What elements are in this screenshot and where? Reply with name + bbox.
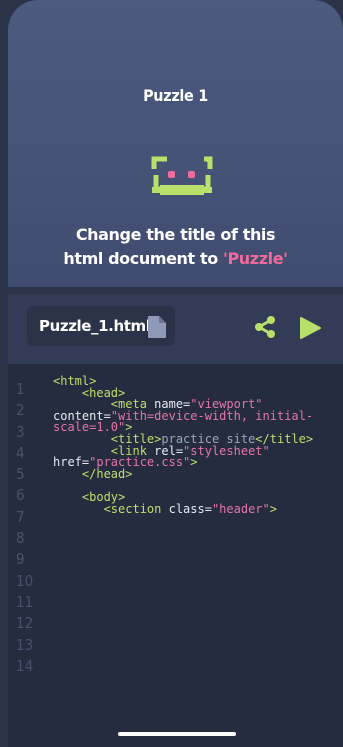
instruction-highlight: 'Puzzle' [222,249,288,268]
home-indicator[interactable] [118,732,236,736]
code-token: class= [161,501,212,516]
code-token: </head> [81,466,133,481]
instruction-prefix: html document to [63,249,223,268]
line-number: 10 [16,571,34,590]
section-divider [8,287,343,294]
line-number: 7 [16,507,25,526]
file-name: Puzzle_1.html [39,317,151,335]
line-number: 1 [16,380,25,398]
line-number: 11 [16,592,34,611]
code-token: <section [103,501,162,516]
play-icon[interactable] [298,316,322,340]
code-line: </head> [53,466,343,481]
code-editor[interactable]: 1 2 3 4 5 6 7 8 9 10 11 12 13 14 <html> … [8,364,343,747]
instruction-line-1: Change the title of this [75,225,276,244]
puzzle-screen: Puzzle 1 Change the title of this html d… [8,0,343,747]
robot-icon [151,156,213,195]
instruction-line-2: html document to 'Puzzle' [8,247,343,271]
share-icon[interactable] [254,316,276,338]
code-line: <section class="header"> [53,501,343,516]
code-token: "with=device-width, initial- [110,408,314,423]
file-toolbar: Puzzle_1.html [8,294,343,364]
puzzle-instruction: Change the title of this html document t… [8,223,343,271]
puzzle-header: Puzzle 1 Change the title of this html d… [8,0,343,288]
document-icon [148,316,166,338]
line-number: 2 [16,401,25,420]
code-text[interactable]: <html> <head> <meta name="viewport" conte… [53,375,343,516]
line-number: 3 [16,422,25,441]
line-number: 14 [16,656,34,675]
line-number: 12 [16,614,34,633]
line-number: 6 [16,486,25,505]
line-number: 13 [16,635,34,654]
line-number: 8 [16,529,25,548]
line-number: 4 [16,443,25,462]
code-token: "header" [211,501,270,516]
line-number: 5 [16,465,25,484]
code-token: > [190,455,198,470]
puzzle-title: Puzzle 1 [143,86,208,105]
line-number-gutter: 1 2 3 4 5 6 7 8 9 10 11 12 13 14 [16,380,42,678]
file-tab[interactable]: Puzzle_1.html [27,306,175,346]
line-number: 9 [16,550,25,569]
code-token: > [269,501,277,516]
